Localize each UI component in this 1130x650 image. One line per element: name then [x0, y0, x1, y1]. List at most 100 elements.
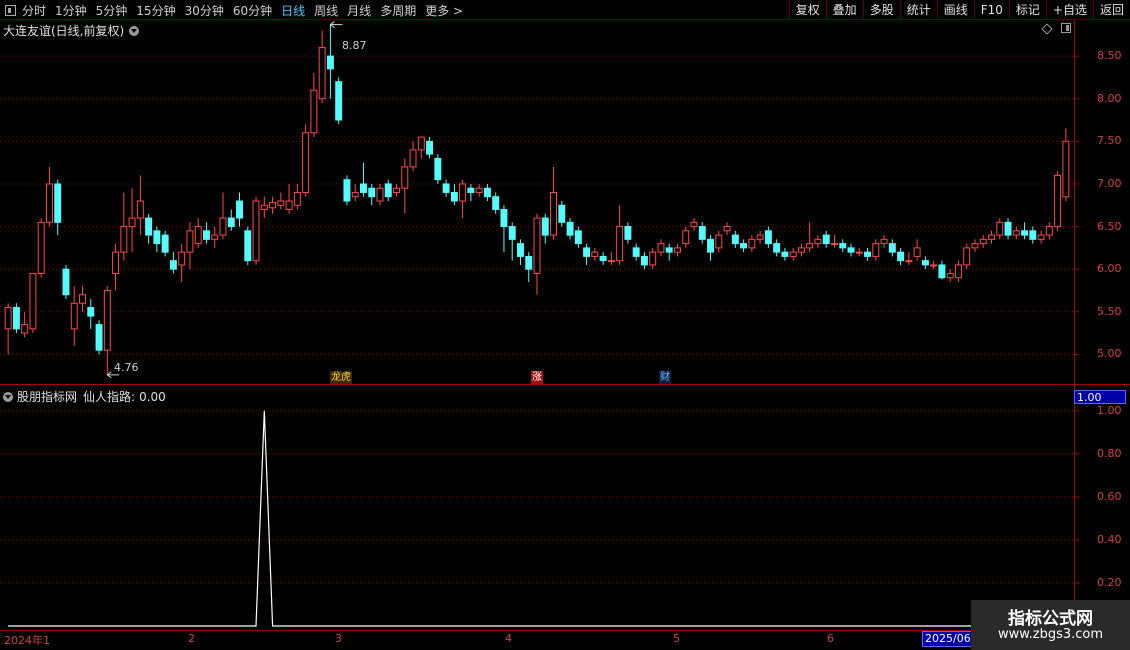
candle-down [599, 255, 607, 262]
candle-down [202, 230, 210, 240]
candle-down [335, 81, 343, 121]
candle-up [814, 238, 822, 245]
indicator-axis-label: 0.20 [1097, 575, 1122, 589]
candle-down [516, 243, 524, 257]
indicator-axis-label: 0.60 [1097, 489, 1122, 503]
candle-down [161, 234, 169, 253]
candle-down [566, 221, 574, 236]
date-label-mar: 3 [335, 632, 342, 645]
candle-down [839, 243, 847, 249]
candle-up [1045, 226, 1053, 236]
candle-down [426, 140, 434, 155]
indicator-name: 仙人指路: [83, 390, 136, 404]
candle-up [674, 247, 681, 253]
candle-up [789, 251, 797, 257]
candle-down [583, 247, 591, 257]
indicator-axis-label: 0.80 [1097, 446, 1122, 460]
dropdown-icon[interactable] [129, 25, 140, 36]
candle-down [343, 179, 351, 202]
candle-down [492, 196, 500, 211]
candle-up [1037, 234, 1045, 240]
candle-up [971, 243, 979, 249]
window-toggle-icon[interactable] [1061, 23, 1071, 33]
candle-up [318, 47, 326, 100]
candle-up [946, 272, 954, 279]
indicator-axis-label: 0.40 [1097, 532, 1122, 546]
candle-up [831, 243, 838, 246]
candle-down [87, 307, 95, 317]
candle-up [797, 247, 805, 253]
candle-down [326, 55, 334, 70]
candle-down [508, 226, 516, 240]
price-axis-label: 5.00 [1097, 347, 1122, 361]
date-label-apr: 4 [505, 632, 512, 645]
candle-down [1004, 221, 1012, 236]
candle-down [864, 251, 872, 257]
candle-down [847, 247, 855, 253]
price-axis-label: 6.00 [1097, 262, 1122, 276]
indicator-dropdown-icon[interactable] [3, 391, 13, 402]
candle-up [21, 324, 29, 334]
candle-up [930, 264, 938, 267]
candle-up [103, 290, 111, 351]
candle-up [136, 200, 144, 219]
candle-up [806, 243, 814, 249]
candle-up [607, 260, 615, 263]
candle-up [277, 200, 285, 206]
dragon-tiger-tag[interactable]: 龙虎 [330, 371, 352, 384]
candle-up [963, 247, 971, 266]
current-date-label: 2025/06/ [922, 631, 978, 647]
candle-up [29, 272, 37, 330]
price-axis-label: 7.00 [1097, 176, 1122, 190]
candle-up [616, 226, 624, 262]
candle-down [450, 191, 458, 202]
indicator-line [8, 410, 1066, 627]
stock-title: 大连友谊(日线,前复权) [3, 24, 125, 38]
candle-down [740, 243, 748, 249]
candle-up [1062, 140, 1070, 198]
indicator-axis-label: 1.00 [1097, 403, 1122, 417]
indicator-value: 0.00 [139, 389, 166, 404]
date-label-feb: 2 [188, 632, 195, 645]
watermark-url: www.zbgs3.com [997, 627, 1104, 642]
candle-down [897, 251, 905, 262]
candle-up [682, 230, 690, 245]
candle-down [938, 264, 946, 279]
candlestick-chart[interactable] [0, 0, 1130, 650]
candle-up [657, 243, 665, 253]
candle-down [640, 255, 648, 266]
candle-down [145, 217, 153, 236]
candle-down [665, 247, 673, 253]
candle-down [467, 187, 475, 193]
price-axis-label: 6.50 [1097, 219, 1122, 233]
candle-up [376, 187, 384, 202]
candle-down [822, 234, 830, 245]
finance-tag[interactable]: 财 [659, 371, 671, 384]
candle-down [500, 209, 508, 228]
candle-down [236, 200, 243, 219]
candle-up [690, 221, 698, 228]
candle-up [112, 251, 120, 274]
candle-down [1021, 230, 1029, 236]
limit-up-tag[interactable]: 涨 [531, 371, 543, 384]
candle-up [260, 204, 268, 211]
candle-up [293, 191, 301, 206]
candle-up [211, 234, 219, 240]
candle-up [401, 166, 409, 189]
candle-up [715, 234, 723, 249]
candle-down [773, 243, 781, 253]
candle-down [95, 324, 103, 351]
date-label-jan: 2024年1 [4, 634, 50, 647]
price-axis-label: 8.00 [1097, 91, 1122, 105]
candle-up [4, 307, 12, 330]
candle-down [558, 204, 566, 223]
candle-down [731, 234, 739, 245]
candle-up [533, 217, 541, 274]
candle-up [45, 183, 53, 223]
candle-down [54, 183, 62, 223]
candle-down [483, 187, 491, 198]
candle-up [855, 251, 863, 254]
candle-up [475, 187, 483, 193]
candle-down [153, 230, 161, 245]
candle-down [707, 238, 715, 253]
